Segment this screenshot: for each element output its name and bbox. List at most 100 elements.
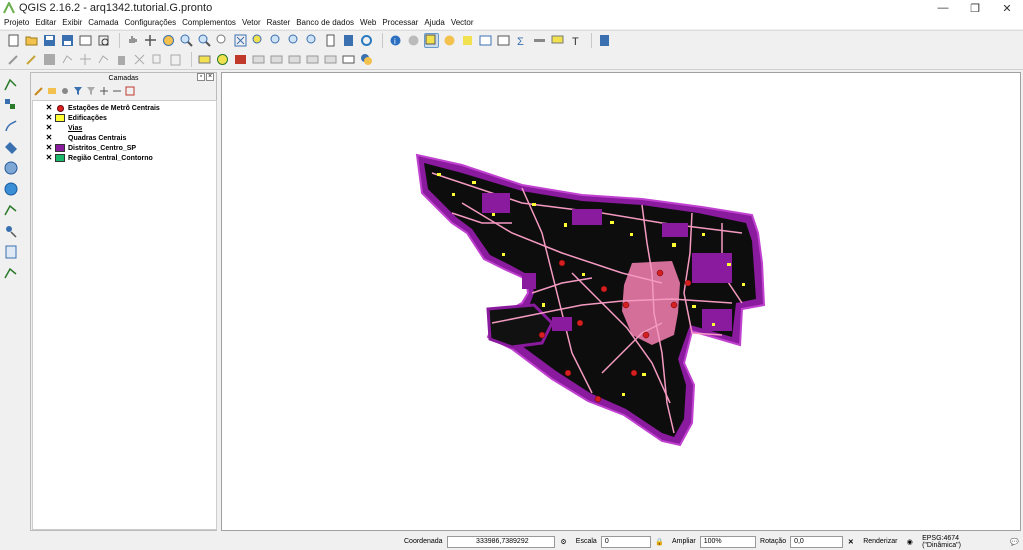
layer-visibility-checkbox[interactable]: ✕ <box>45 124 53 132</box>
layer-visibility-checkbox[interactable]: ✕ <box>45 144 53 152</box>
menu-banco-de-dados[interactable]: Banco de dados <box>296 18 354 27</box>
zoom-in-icon[interactable] <box>179 33 194 48</box>
paste-features-icon[interactable] <box>168 52 183 67</box>
new-shapefile-layer-icon[interactable] <box>3 264 25 282</box>
menu-ajuda[interactable]: Ajuda <box>424 18 444 27</box>
layer-item-regiao[interactable]: ✕ Região Central_Contorno <box>33 153 216 163</box>
select-features-icon[interactable] <box>424 33 439 48</box>
menu-web[interactable]: Web <box>360 18 376 27</box>
measure-icon[interactable] <box>532 33 547 48</box>
zoom-last-icon[interactable] <box>287 33 302 48</box>
add-mssql-layer-icon[interactable] <box>3 159 25 177</box>
save-project-icon[interactable] <box>42 33 57 48</box>
save-as-icon[interactable] <box>60 33 75 48</box>
layer-item-vias[interactable]: ✕ Vias <box>33 123 216 133</box>
statistics-icon[interactable]: Σ <box>514 33 529 48</box>
zoom-to-selection-icon[interactable] <box>251 33 266 48</box>
add-delimited-text-icon[interactable] <box>3 243 25 261</box>
new-print-composer-icon[interactable] <box>78 33 93 48</box>
cut-features-icon[interactable] <box>132 52 147 67</box>
magnifier-spinbox[interactable]: 100% <box>699 535 757 548</box>
layer-item-quadras[interactable]: ✕ Quadras Centrais <box>33 133 216 143</box>
toggle-editing-icon[interactable] <box>24 52 39 67</box>
crs-globe-icon[interactable]: ◉ <box>904 536 915 547</box>
collapse-all-icon[interactable] <box>111 85 123 97</box>
menu-exibir[interactable]: Exibir <box>62 18 82 27</box>
delete-selected-icon[interactable] <box>114 52 129 67</box>
layer-item-estacoes[interactable]: ✕ Estações de Metrô Centrais <box>33 103 216 113</box>
menu-complementos[interactable]: Complementos <box>182 18 236 27</box>
change-label-icon[interactable] <box>323 52 338 67</box>
zoom-native-icon[interactable] <box>215 33 230 48</box>
composer-manager-icon[interactable] <box>96 33 111 48</box>
coordinate-field[interactable]: 333986,7389292 <box>446 535 556 548</box>
text-annotation-icon[interactable]: T <box>568 33 583 48</box>
identify-icon[interactable]: i <box>388 33 403 48</box>
crs-label[interactable]: EPSG:4674 ("Dinâmica") <box>922 535 997 549</box>
label-toolbar-icon[interactable] <box>197 52 212 67</box>
field-calculator-icon[interactable] <box>496 33 511 48</box>
python-plugin-icon[interactable] <box>359 52 374 67</box>
rotate-label-icon[interactable] <box>305 52 320 67</box>
select-by-value-icon[interactable] <box>442 33 457 48</box>
filter-expression-icon[interactable] <box>85 85 97 97</box>
deselect-icon[interactable] <box>460 33 475 48</box>
pan-to-selection-icon[interactable] <box>161 33 176 48</box>
node-tool-icon[interactable] <box>96 52 111 67</box>
zoom-full-icon[interactable] <box>233 33 248 48</box>
zoom-next-icon[interactable] <box>305 33 320 48</box>
pan-map-icon[interactable] <box>143 33 158 48</box>
zoom-to-layer-icon[interactable] <box>269 33 284 48</box>
map-tips-icon[interactable] <box>550 33 565 48</box>
new-bookmark-icon[interactable] <box>323 33 338 48</box>
remove-layer-icon[interactable] <box>124 85 136 97</box>
float-panel-icon[interactable]: ▫ <box>197 73 205 81</box>
messages-icon[interactable]: 💬 <box>1009 536 1020 547</box>
add-vector-layer-icon[interactable] <box>3 75 25 93</box>
show-hide-labels-icon[interactable] <box>269 52 284 67</box>
move-feature-icon[interactable] <box>78 52 93 67</box>
pin-labels-icon[interactable] <box>251 52 266 67</box>
add-raster-layer-icon[interactable] <box>3 96 25 114</box>
add-spatialite-layer-icon[interactable] <box>3 138 25 156</box>
add-wfs-layer-icon[interactable] <box>3 222 25 240</box>
layer-labeling-icon[interactable] <box>215 52 230 67</box>
python-console-icon[interactable] <box>597 33 612 48</box>
menu-editar[interactable]: Editar <box>35 18 56 27</box>
layer-visibility-checkbox[interactable]: ✕ <box>45 154 53 162</box>
move-label-icon[interactable] <box>287 52 302 67</box>
layer-item-distritos[interactable]: ✕ Distritos_Centro_SP <box>33 143 216 153</box>
new-project-icon[interactable] <box>6 33 21 48</box>
show-bookmarks-icon[interactable] <box>341 33 356 48</box>
touch-zoom-icon[interactable] <box>125 33 140 48</box>
attribute-table-icon[interactable] <box>478 33 493 48</box>
expand-all-icon[interactable] <box>98 85 110 97</box>
menu-raster[interactable]: Raster <box>267 18 291 27</box>
manage-visibility-icon[interactable] <box>59 85 71 97</box>
scale-combo[interactable]: 0 <box>600 535 652 548</box>
open-project-icon[interactable] <box>24 33 39 48</box>
close-icon[interactable]: ✕ <box>991 0 1023 16</box>
add-postgis-layer-icon[interactable] <box>3 117 25 135</box>
lock-scale-icon[interactable]: 🔒 <box>654 536 665 547</box>
filter-legend-icon[interactable] <box>72 85 84 97</box>
rotation-spinbox[interactable]: 0,0 <box>790 535 843 548</box>
menu-camada[interactable]: Camada <box>88 18 118 27</box>
copy-features-icon[interactable] <box>150 52 165 67</box>
run-action-icon[interactable] <box>406 33 421 48</box>
zoom-out-icon[interactable] <box>197 33 212 48</box>
add-wms-layer-icon[interactable] <box>3 180 25 198</box>
layer-item-edificacoes[interactable]: ✕ Edificações <box>33 113 216 123</box>
render-checkbox-icon[interactable]: ✕ <box>846 536 857 547</box>
layer-visibility-checkbox[interactable]: ✕ <box>45 104 53 112</box>
menu-vetor[interactable]: Vetor <box>242 18 261 27</box>
current-edits-icon[interactable] <box>6 52 21 67</box>
menu-vector[interactable]: Vector <box>451 18 474 27</box>
layer-visibility-checkbox[interactable]: ✕ <box>45 134 53 142</box>
diagram-options-icon[interactable] <box>233 52 248 67</box>
menu-processar[interactable]: Processar <box>382 18 418 27</box>
csw-icon[interactable] <box>341 52 356 67</box>
add-wcs-layer-icon[interactable] <box>3 201 25 219</box>
map-canvas[interactable] <box>221 72 1021 531</box>
layer-style-icon[interactable] <box>33 85 45 97</box>
